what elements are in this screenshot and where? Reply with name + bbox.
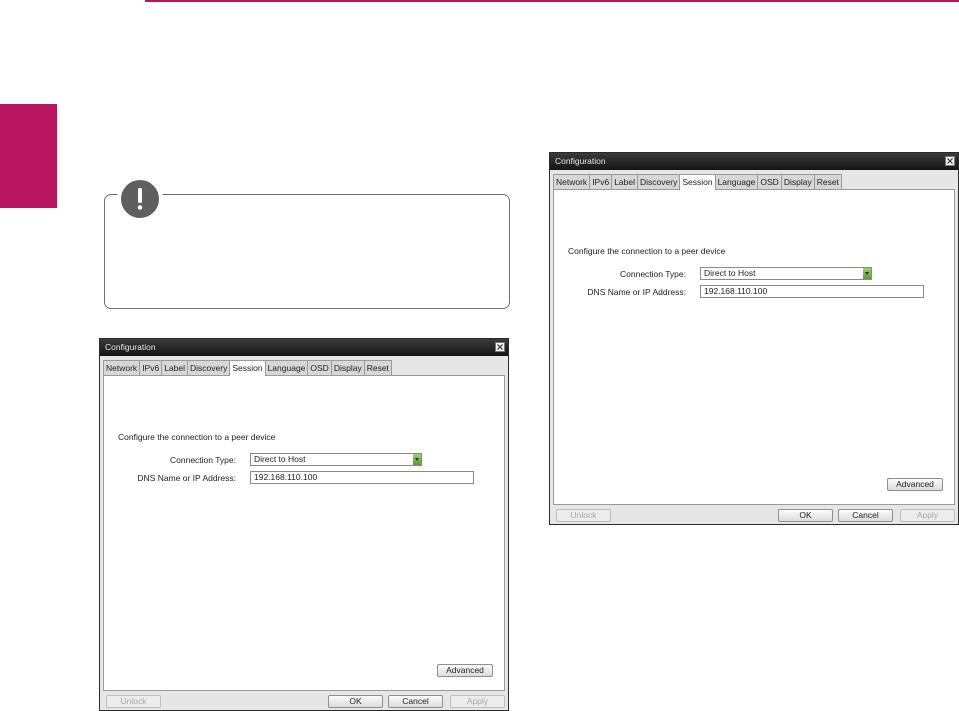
connection-type-label: Connection Type: xyxy=(170,455,236,465)
session-description: Configure the connection to a peer devic… xyxy=(568,246,726,256)
tab-network[interactable]: Network xyxy=(103,360,141,375)
tab-label[interactable]: Label xyxy=(161,360,189,375)
unlock-button[interactable]: Unlock xyxy=(106,695,161,708)
advanced-button[interactable]: Advanced xyxy=(887,478,943,491)
ok-button[interactable]: OK xyxy=(778,509,833,522)
tab-display[interactable]: Display xyxy=(780,174,815,189)
connection-type-value: Direct to Host xyxy=(254,454,306,464)
tab-ipv6[interactable]: IPv6 xyxy=(139,360,163,375)
apply-button[interactable]: Apply xyxy=(450,695,505,708)
connection-type-label: Connection Type: xyxy=(620,269,686,279)
tab-session[interactable]: Session xyxy=(679,174,716,190)
session-description: Configure the connection to a peer devic… xyxy=(118,432,276,442)
configuration-dialog-2: Configuration Network IPv6 Label Discove… xyxy=(549,152,959,525)
chapter-side-tab xyxy=(0,104,57,208)
tab-osd[interactable]: OSD xyxy=(757,174,782,189)
tab-language[interactable]: Language xyxy=(714,174,759,189)
configuration-dialog-1: Configuration Network IPv6 Label Discove… xyxy=(99,338,509,711)
tab-discovery[interactable]: Discovery xyxy=(637,174,681,189)
tab-discovery[interactable]: Discovery xyxy=(187,360,231,375)
apply-button[interactable]: Apply xyxy=(900,509,955,522)
dialog-title: Configuration xyxy=(100,339,508,356)
tab-ipv6[interactable]: IPv6 xyxy=(589,174,613,189)
chevron-down-icon[interactable] xyxy=(413,454,421,465)
tab-label[interactable]: Label xyxy=(611,174,639,189)
dns-label: DNS Name or IP Address: xyxy=(137,473,236,483)
tab-osd[interactable]: OSD xyxy=(307,360,332,375)
cancel-button[interactable]: Cancel xyxy=(388,695,443,708)
dns-label: DNS Name or IP Address: xyxy=(587,287,686,297)
dns-input[interactable]: 192.168.110.100 xyxy=(250,471,474,484)
note-box xyxy=(104,194,510,309)
tab-language[interactable]: Language xyxy=(264,360,309,375)
ok-button[interactable]: OK xyxy=(328,695,383,708)
tab-reset[interactable]: Reset xyxy=(813,174,842,189)
tab-display[interactable]: Display xyxy=(330,360,365,375)
chevron-down-icon[interactable] xyxy=(863,268,871,279)
session-panel: Configure the connection to a peer devic… xyxy=(103,375,505,691)
tab-network[interactable]: Network xyxy=(553,174,591,189)
header-rule xyxy=(145,0,959,2)
cancel-button[interactable]: Cancel xyxy=(838,509,893,522)
connection-type-select[interactable]: Direct to Host xyxy=(700,267,872,280)
dns-input[interactable]: 192.168.110.100 xyxy=(700,285,924,298)
tab-session[interactable]: Session xyxy=(229,360,266,376)
connection-type-select[interactable]: Direct to Host xyxy=(250,453,422,466)
exclamation-icon xyxy=(117,176,163,222)
connection-type-value: Direct to Host xyxy=(704,268,756,278)
advanced-button[interactable]: Advanced xyxy=(437,664,493,677)
close-icon[interactable] xyxy=(495,342,505,352)
session-panel: Configure the connection to a peer devic… xyxy=(553,189,955,505)
close-icon[interactable] xyxy=(945,156,955,166)
tab-bar: Network IPv6 Label Discovery Session Lan… xyxy=(553,174,842,190)
unlock-button[interactable]: Unlock xyxy=(556,509,611,522)
tab-bar: Network IPv6 Label Discovery Session Lan… xyxy=(103,360,392,376)
tab-reset[interactable]: Reset xyxy=(363,360,392,375)
dialog-title: Configuration xyxy=(550,153,958,170)
